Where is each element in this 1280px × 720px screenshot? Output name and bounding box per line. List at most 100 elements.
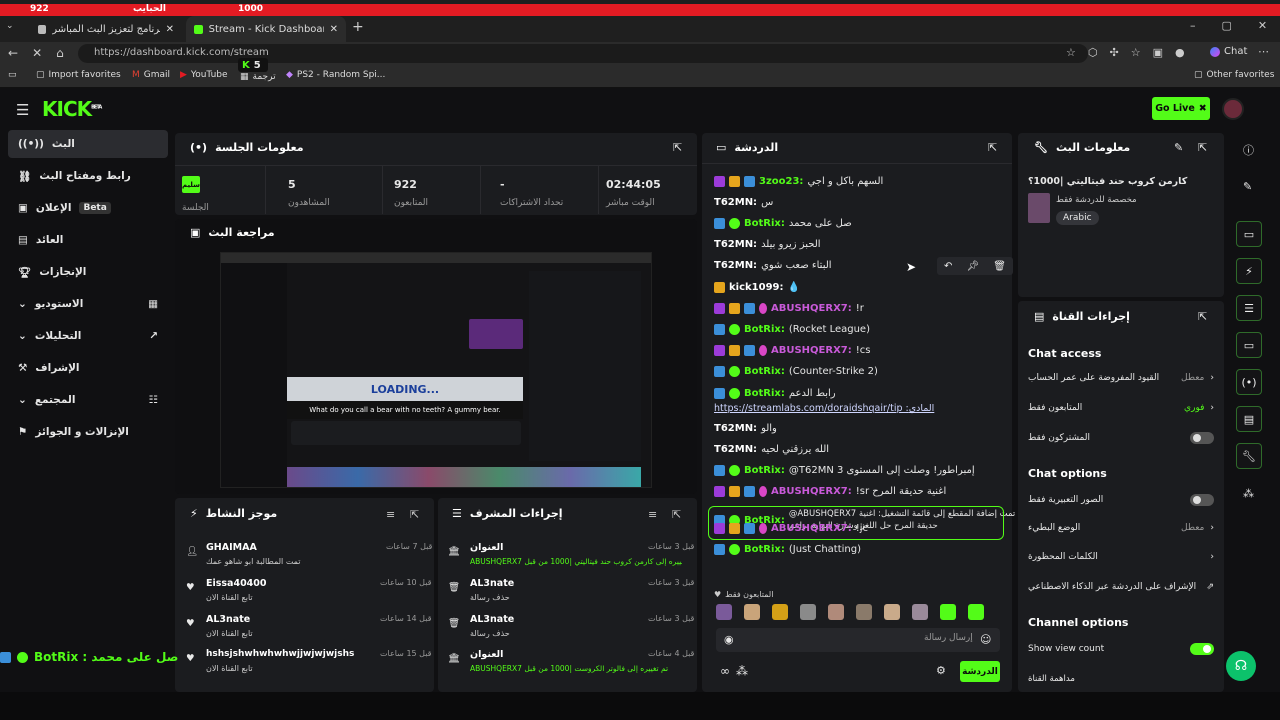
chat-message[interactable]: BotRix: @T62MN 3 إمبراطور! وصلت إلى المست… <box>714 465 975 476</box>
maximize-icon[interactable]: ▢ <box>1222 19 1232 32</box>
chat-message[interactable]: ABUSHQERX7: !sr اغنية حديقة المرح <box>714 486 946 497</box>
stop-icon[interactable]: ✕ <box>32 46 42 60</box>
chat-username[interactable]: BotRix: <box>744 324 785 335</box>
chat-username[interactable]: T62MN: <box>714 260 757 271</box>
rail-list-button[interactable]: ☰ <box>1236 295 1262 321</box>
chat-username[interactable]: kick1099: <box>729 282 784 293</box>
close-icon[interactable]: ✕ <box>330 24 338 35</box>
edit-icon[interactable]: ✎ <box>1174 141 1183 154</box>
support-headset-icon[interactable]: ☊ <box>1226 651 1256 681</box>
chat-input[interactable]: ◉ إرسال رسالة ☺ <box>716 628 1000 652</box>
chat-username[interactable]: BotRix: <box>744 366 785 377</box>
chat-username[interactable]: BotRix: <box>744 218 785 229</box>
show-view-count-toggle[interactable] <box>1190 643 1214 655</box>
new-tab-button[interactable]: + <box>352 19 364 35</box>
chat-username[interactable]: T62MN: <box>714 239 757 250</box>
chat-username[interactable]: T62MN: <box>714 423 757 434</box>
emote[interactable] <box>940 604 956 620</box>
info-icon[interactable]: ⓘ <box>1243 142 1254 158</box>
chat-message[interactable]: BotRix: (Rocket League) <box>714 324 870 335</box>
rail-chat-button[interactable]: ▭ <box>1236 332 1262 358</box>
chat-username[interactable]: BotRix: <box>744 544 785 555</box>
share-icon[interactable]: ⁂ <box>1243 487 1254 500</box>
popout-icon[interactable]: ⇱ <box>672 508 681 521</box>
sidebar-item-stream[interactable]: ((•)) البث <box>8 130 168 158</box>
emote[interactable] <box>772 604 788 620</box>
undo-icon[interactable]: ↶ <box>944 261 952 272</box>
extension-icon[interactable]: ⬡ <box>1088 46 1098 59</box>
share-icon[interactable]: ⁂ <box>736 664 748 678</box>
sidebar-item-achievements[interactable]: 🏆︎ الإنجازات <box>8 258 168 286</box>
slow-mode-setting[interactable]: الوضع البطيء معطل › <box>1028 523 1214 533</box>
copilot-chat-button[interactable]: Chat <box>1210 46 1247 57</box>
sidebar-item-stream-key[interactable]: ⛓ رابط ومفتاح البث <box>8 162 168 190</box>
emotes-only-toggle[interactable] <box>1190 494 1214 506</box>
go-live-button[interactable]: Go Live ✖ <box>1152 97 1210 120</box>
chat-username[interactable]: T62MN: <box>714 197 757 208</box>
chat-message[interactable]: BotRix: (Just Chatting) <box>714 544 861 555</box>
sidebar-item-ads[interactable]: ▣ الإعلان Beta <box>8 194 168 222</box>
home-icon[interactable]: ⌂ <box>56 46 64 60</box>
rail-clipboard-button[interactable]: ▤ <box>1236 406 1262 432</box>
minimize-icon[interactable]: – <box>1190 19 1196 32</box>
chat-username[interactable]: ABUSHQERX7: <box>771 345 852 356</box>
bookmark-ps2[interactable]: ◆ PS2 - Random Spi... <box>286 70 385 80</box>
chat-message[interactable]: T62MN: س <box>714 197 773 208</box>
chat-username[interactable]: ABUSHQERX7: <box>771 303 852 314</box>
popout-icon[interactable]: ⇱ <box>410 508 419 521</box>
chat-message[interactable]: BotRix: (Counter-Strike 2) <box>714 366 878 377</box>
chat-message[interactable]: ABUSHQERX7: !cs <box>714 345 870 356</box>
more-menu-icon[interactable]: ⋯ <box>1258 45 1269 58</box>
chat-message[interactable]: T62MN: والو <box>714 423 777 434</box>
chat-username[interactable]: BotRix: <box>744 465 785 476</box>
chat-message[interactable]: https://streamlabs.com/doraidshqair/tip … <box>714 403 934 414</box>
sidebar-item-studio[interactable]: ⌄ الاستوديو ▦ <box>8 290 168 318</box>
pin-icon[interactable]: 📌︎ <box>966 261 979 272</box>
chat-message[interactable]: ABUSHQERX7: !r <box>714 303 864 314</box>
gear-icon[interactable]: ⚙ <box>936 664 946 677</box>
edit-icon[interactable]: ✎ <box>1243 180 1252 193</box>
chat-message[interactable]: BotRix: صل على محمد <box>714 218 852 229</box>
tab-1[interactable]: أفضل برنامج لتعزيز البث المباشر | ✕ <box>30 16 182 42</box>
send-button[interactable]: الدردشة <box>960 661 1000 682</box>
kick-logo[interactable]: KICKBETA <box>42 97 102 121</box>
other-favorites[interactable]: ▢ Other favorites <box>1194 70 1274 80</box>
emote[interactable] <box>856 604 872 620</box>
close-icon[interactable]: ✕ <box>166 24 174 35</box>
rail-session-button[interactable]: ▭ <box>1236 221 1262 247</box>
tab-2[interactable]: Stream - Kick Dashboard ✕ <box>186 16 346 42</box>
chat-message[interactable]: T62MN: البتاء صعب شوي <box>714 260 832 271</box>
popout-icon[interactable]: ⇱ <box>988 141 997 154</box>
emote[interactable] <box>968 604 984 620</box>
emote[interactable] <box>716 604 732 620</box>
back-icon[interactable]: ← <box>8 46 18 60</box>
raid-channel-label[interactable]: مداهمة القناة <box>1028 674 1075 684</box>
bookmark-translate[interactable]: ▦ ترجمة <box>240 72 276 82</box>
bookmark-gmail[interactable]: M Gmail <box>132 70 170 80</box>
chat-message[interactable]: 3zoo23: السهم باكل و اجي <box>714 176 883 187</box>
emote[interactable] <box>800 604 816 620</box>
sidebar-item-analytics[interactable]: ⌄ التحليلات ↗ <box>8 322 168 350</box>
ai-moderation-setting[interactable]: الإشراف على الدردشة عبر الذكاء الاصطناعي… <box>1028 582 1214 592</box>
smiley-icon[interactable]: ☺ <box>980 633 991 646</box>
chat-username[interactable]: 3zoo23: <box>759 176 803 187</box>
banned-words-setting[interactable]: الكلمات المحظورة › <box>1028 552 1214 562</box>
rail-wrench-button[interactable]: 🔧︎ <box>1236 443 1262 469</box>
star-icon[interactable]: ☆ <box>1066 46 1076 59</box>
chat-username[interactable]: ABUSHQERX7: <box>771 486 852 497</box>
avatar[interactable] <box>1222 98 1244 120</box>
puzzle-icon[interactable]: ✣ <box>1109 46 1118 59</box>
bookmark-youtube[interactable]: ▶ YouTube <box>180 70 228 80</box>
chat-message[interactable]: kick1099: 💧 <box>714 282 800 293</box>
popout-icon[interactable]: ⇱ <box>673 141 682 154</box>
chat-link[interactable]: https://streamlabs.com/doraidshqair/tip … <box>714 403 934 414</box>
emoji-icon[interactable]: ◉ <box>724 633 734 646</box>
filter-icon[interactable]: ≡ <box>648 508 657 521</box>
rail-broadcast-button[interactable]: (•) <box>1236 369 1262 395</box>
favorites-icon[interactable]: ☆ <box>1131 46 1141 59</box>
sidebar-item-revenue[interactable]: ▤ العائد <box>8 226 168 254</box>
tab-list-chevron-icon[interactable]: ⌄ <box>6 21 14 31</box>
rail-activity-button[interactable]: ⚡︎ <box>1236 258 1262 284</box>
subscribers-only-toggle[interactable] <box>1190 432 1214 444</box>
filter-icon[interactable]: ≡ <box>386 508 395 521</box>
